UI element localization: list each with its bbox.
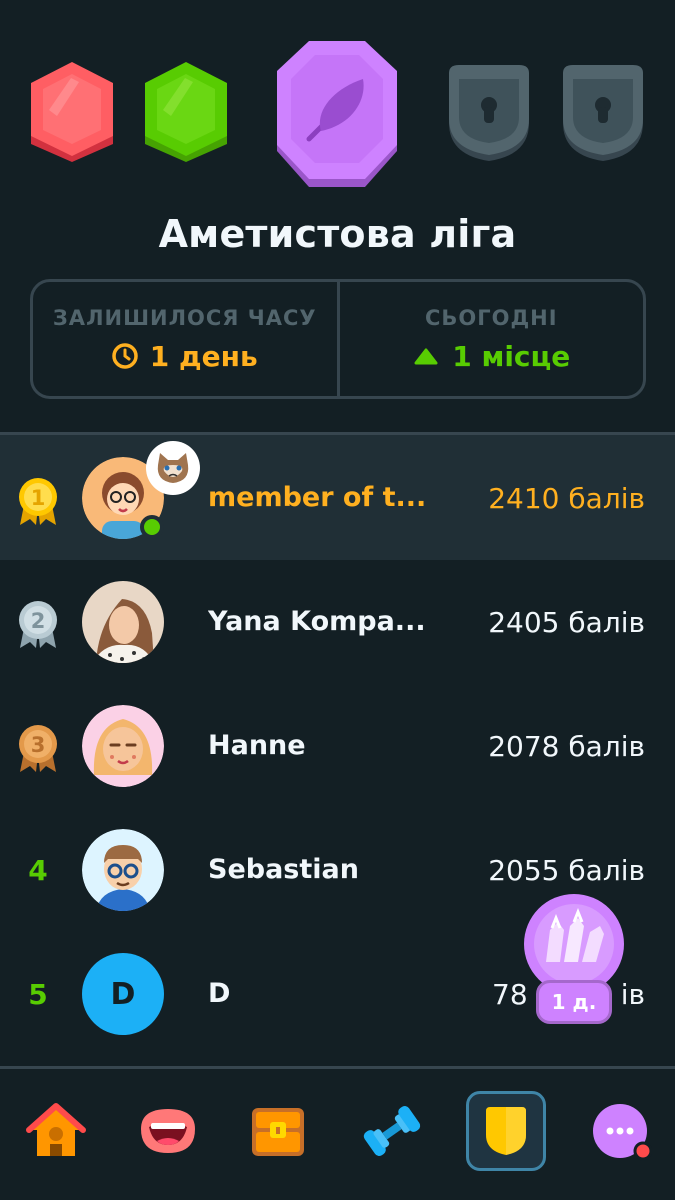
avatar[interactable] — [82, 581, 164, 663]
nav-home[interactable] — [16, 1091, 96, 1171]
time-left-label: ЗАЛИШИЛОСЯ ЧАСУ — [52, 305, 317, 330]
nav-leaderboards[interactable] — [466, 1091, 546, 1171]
silver-medal-icon: 2 — [14, 598, 62, 654]
league-stats: ЗАЛИШИЛОСЯ ЧАСУ 1 день СЬОГОДНІ 1 місце — [30, 279, 646, 399]
league-title: Аметистова ліга — [158, 212, 517, 256]
nav-practice[interactable] — [352, 1091, 432, 1171]
arrow-up-icon — [412, 346, 440, 366]
speak-icon — [141, 1109, 195, 1153]
locked-league-icon — [443, 63, 535, 163]
dumbbell-icon — [363, 1106, 421, 1156]
rank-number: 1 — [31, 486, 46, 510]
rank-number: 3 — [31, 733, 46, 757]
avatar[interactable]: D — [82, 953, 164, 1035]
user-score: 2405 балів — [488, 606, 645, 639]
shield-icon — [486, 1107, 526, 1155]
home-icon — [26, 1103, 86, 1156]
online-status-dot — [140, 515, 164, 539]
cat-emoji-icon — [146, 441, 200, 495]
table-row[interactable]: 3 Hanne 2078 балів — [0, 684, 675, 808]
more-icon — [593, 1104, 652, 1161]
today-stat: СЬОГОДНІ 1 місце — [336, 282, 644, 396]
nav-speak[interactable] — [128, 1091, 208, 1171]
bronze-medal-icon: 3 — [14, 722, 62, 778]
user-name: Sebastian — [208, 854, 359, 885]
streak-bubble[interactable]: 1 д. — [516, 892, 632, 1032]
today-value: 1 місце — [452, 339, 571, 373]
emerald-league-icon — [141, 60, 231, 165]
amethyst-league-icon — [275, 39, 399, 189]
gold-medal-icon: 1 — [14, 475, 62, 531]
ruby-league-icon — [27, 60, 117, 165]
nav-chest[interactable] — [238, 1091, 318, 1171]
rank-number: 5 — [28, 977, 48, 1011]
avatar-letter: D — [110, 976, 136, 1012]
avatar[interactable] — [82, 829, 164, 911]
table-row[interactable]: 1 member of t... 2410 балів — [0, 435, 675, 560]
locked-league-icon — [557, 63, 649, 163]
rank-number: 4 — [28, 853, 48, 887]
user-score: 2055 балів — [488, 854, 645, 887]
avatar[interactable] — [82, 705, 164, 787]
bottom-nav — [0, 1069, 675, 1200]
chest-icon — [252, 1108, 304, 1156]
today-label: СЬОГОДНІ — [424, 305, 558, 330]
user-name: Hanne — [208, 730, 306, 761]
nav-more[interactable] — [580, 1091, 660, 1171]
league-badges — [0, 0, 675, 200]
user-score: 2410 балів — [488, 482, 645, 515]
time-left-stat: ЗАЛИШИЛОСЯ ЧАСУ 1 день — [33, 282, 337, 396]
rank-number: 2 — [31, 609, 46, 633]
table-row[interactable]: 2 Yana Kompa... 2405 балів — [0, 560, 675, 684]
time-left-value: 1 день — [149, 339, 258, 373]
clock-icon — [112, 343, 138, 369]
user-score: 2078 балів — [488, 730, 645, 763]
gems-icon — [524, 894, 624, 992]
streak-bubble-label: 1 д. — [536, 980, 612, 1024]
user-name: Yana Kompa... — [208, 606, 426, 637]
user-name: member of t... — [208, 482, 427, 513]
user-name: D — [208, 978, 231, 1009]
